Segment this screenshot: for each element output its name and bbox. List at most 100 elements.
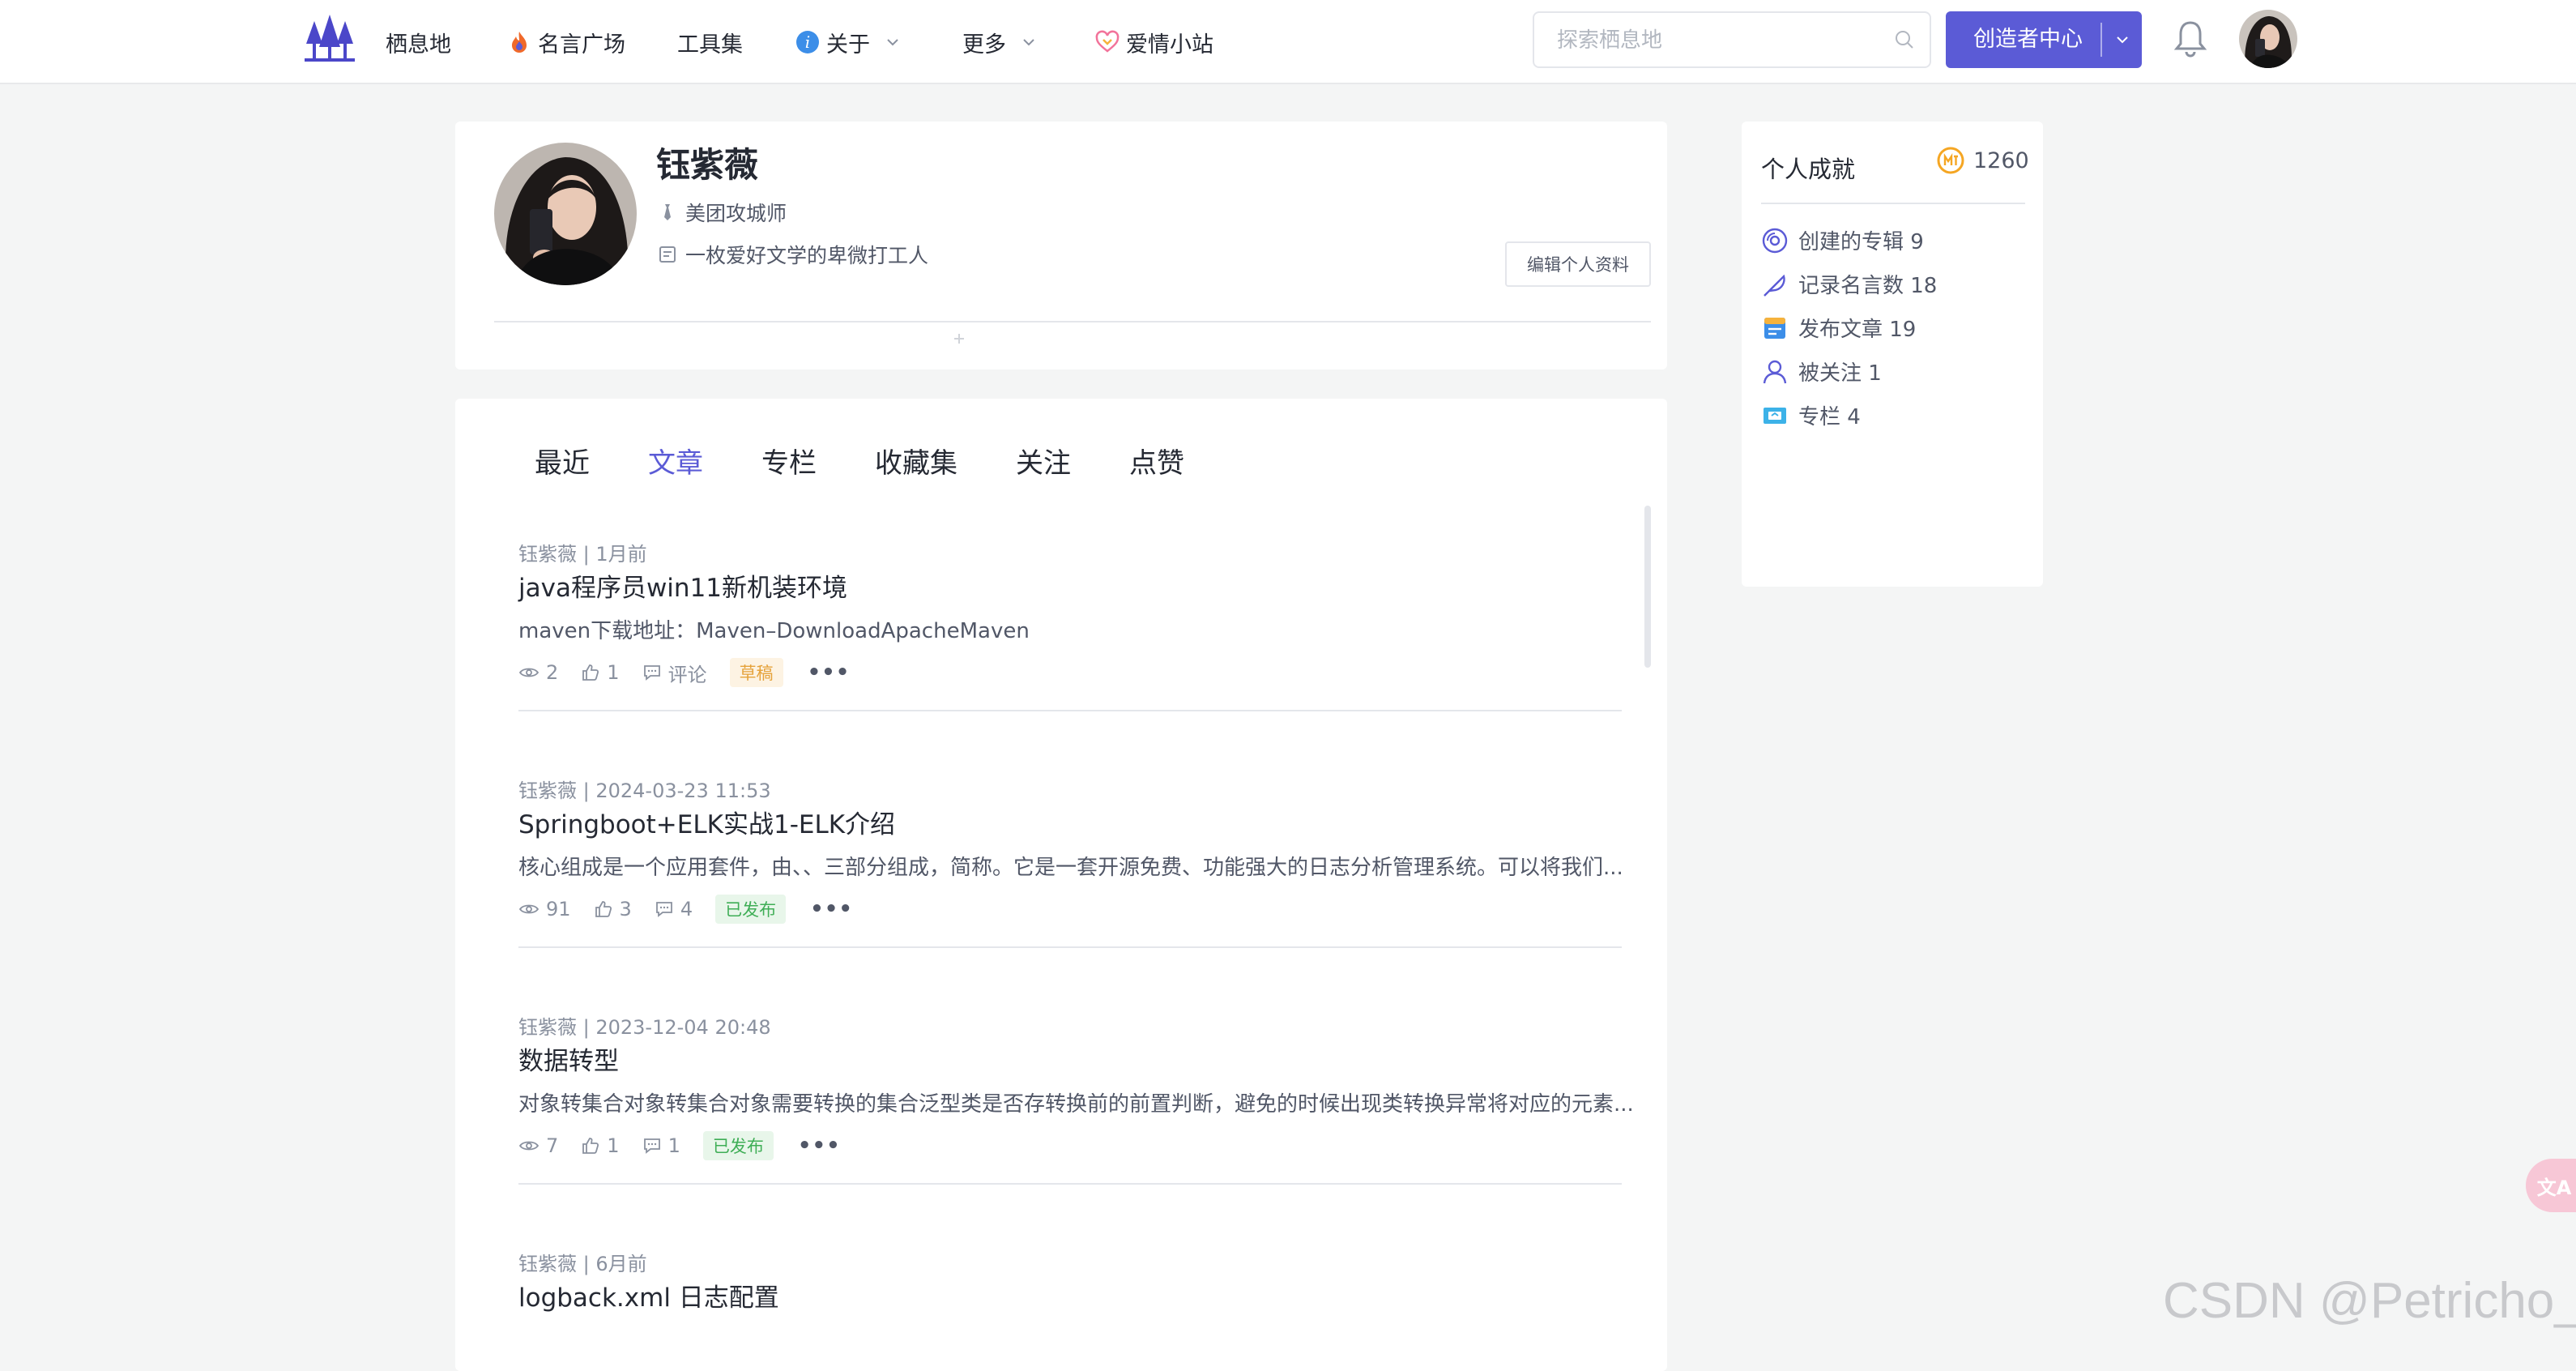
article-views-count: 2 [546,661,559,684]
edit-profile-button[interactable]: 编辑个人资料 [1505,241,1651,287]
achievements-score: 1260 [1936,146,2029,175]
expand-icon[interactable] [951,331,967,347]
eye-icon [518,904,540,914]
tab-recent[interactable]: 最近 [535,441,590,480]
search-box[interactable] [1533,11,1931,68]
creator-center-button[interactable]: 创造者中心 [1946,11,2142,68]
article-comments-count: 1 [667,1134,680,1157]
user-icon [1763,360,1787,383]
chevron-down-icon [887,39,898,46]
coin-icon [1937,147,1964,174]
list-scrollbar[interactable] [1644,506,1651,668]
content-tabs: 最近 文章 专栏 收藏集 关注 点赞 [535,441,1243,480]
heart-icon [1095,30,1120,53]
article-divider [518,1183,1622,1185]
article-likes[interactable]: 3 [594,898,632,920]
nav-more-label: 更多 [962,32,1006,58]
achievements-divider [1761,203,2025,204]
article-likes-count: 1 [607,661,620,684]
article-comments[interactable]: 4 [655,898,693,920]
tab-collections[interactable]: 收藏集 [875,441,957,480]
search-icon[interactable] [1894,29,1915,50]
article-excerpt: maven下载地址：Maven–DownloadApacheMaven [518,619,1030,643]
tab-likes[interactable]: 点赞 [1129,441,1184,480]
nav-tools[interactable]: 工具集 [677,0,743,84]
article-item[interactable]: 钰紫薇 | 1月前 java程序员win11新机装环境 maven下载地址：Ma… [518,538,1622,773]
article-views: 7 [518,1134,558,1157]
column-icon [1764,407,1786,424]
article-title[interactable]: 数据转型 [518,1040,619,1077]
nav-quotes-label: 名言广场 [538,32,625,58]
comment-icon [643,1138,660,1154]
achievements-title: 个人成就 [1761,156,1856,183]
article-stats: 91 3 4 已发布 ••• [518,895,853,924]
status-badge: 草稿 [729,658,783,687]
search-input[interactable] [1555,13,1866,68]
profile-avatar[interactable] [494,143,637,285]
nav-about[interactable]: i 关于 [795,0,901,84]
more-actions-button[interactable]: ••• [808,660,851,685]
thumbs-up-icon [582,664,599,681]
svg-text:i: i [805,32,810,52]
comment-icon [643,665,660,681]
tab-following[interactable]: 关注 [1016,441,1071,480]
article-title[interactable]: java程序员win11新机装环境 [518,567,847,604]
article-excerpt: 核心组成是一个应用套件，由、、三部分组成，简称。它是一套开源免费、功能强大的日志… [518,856,1623,880]
article-stats: 7 1 1 已发布 ••• [518,1131,841,1160]
tie-icon [664,204,671,220]
article-likes[interactable]: 1 [581,1134,620,1157]
article-likes[interactable]: 1 [581,661,620,684]
article-divider [518,710,1622,711]
eye-icon [518,668,540,677]
thumbs-up-icon [595,901,612,917]
article-likes-count: 3 [619,898,632,920]
nav-love[interactable]: 爱情小站 [1095,0,1213,84]
tab-columns[interactable]: 专栏 [761,441,817,480]
achievement-articles-label: 发布文章 19 [1798,318,1917,342]
article-divider [518,946,1622,948]
profile-card: 钰紫薇 美团攻城师 一枚爱好文学的卑微打工人 编辑个人资料 [455,122,1667,369]
nav-tools-label: 工具集 [677,32,743,58]
article-comments[interactable]: 1 [642,1134,680,1157]
status-badge: 已发布 [715,895,787,924]
chevron-down-icon [2116,36,2128,44]
article-likes-count: 1 [607,1134,620,1157]
article-item[interactable]: 钰紫薇 | 6月前 logback.xml 日志配置 [518,1248,1620,1345]
article-comments-count: 评论 [667,663,707,686]
article-meta: 钰紫薇 | 1月前 [518,543,647,566]
profile-name: 钰紫薇 [656,145,759,185]
article-meta: 钰紫薇 | 2024-03-23 11:53 [518,779,771,802]
tab-articles[interactable]: 文章 [648,441,703,480]
bell-icon[interactable] [2173,18,2208,58]
more-actions-button[interactable]: ••• [810,897,853,921]
creator-center-label: 创造者中心 [1973,27,2083,52]
chevron-down-icon [1023,39,1034,46]
article-item[interactable]: 钰紫薇 | 2024-03-23 11:53 Springboot+ELK实战1… [518,775,1623,1010]
article-stats: 2 1 评论 草稿 ••• [518,658,850,687]
profile-job-label: 美团攻城师 [685,202,787,225]
article-title[interactable]: logback.xml 日志配置 [518,1277,779,1313]
watermark: CSDN @Petricho_r [2163,1273,2576,1329]
nav-love-label: 爱情小站 [1126,32,1213,58]
top-navbar: 栖息地 名言广场 工具集 i 关于 更多 爱情小站 探索栖息地 创造者中心 [0,0,2576,84]
avatar-image [494,143,637,285]
nav-home-label: 栖息地 [386,32,451,58]
more-actions-button[interactable]: ••• [798,1134,841,1158]
article-item[interactable]: 钰紫薇 | 2023-12-04 20:48 数据转型 对象转集合对象转集合对象… [518,1011,1634,1246]
fire-icon [512,32,527,53]
nav-home[interactable]: 栖息地 [386,0,451,84]
nav-quotes[interactable]: 名言广场 [507,0,625,84]
forest-logo-icon[interactable] [303,13,356,66]
achievement-columns-label: 专栏 4 [1798,405,1861,429]
achievement-articles: 发布文章 19 [1761,313,1916,343]
article-views-count: 7 [546,1134,559,1157]
info-icon: i [796,31,819,53]
article-comments[interactable]: 评论 [642,659,707,687]
nav-more[interactable]: 更多 [962,0,1037,84]
creator-dropdown-toggle[interactable] [2102,11,2142,68]
translate-button[interactable]: 文A [2526,1159,2576,1212]
article-title[interactable]: Springboot+ELK实战1-ELK介绍 [518,804,895,840]
article-comments-count: 4 [680,898,693,920]
comment-icon [655,902,672,917]
user-avatar[interactable] [2239,10,2297,68]
